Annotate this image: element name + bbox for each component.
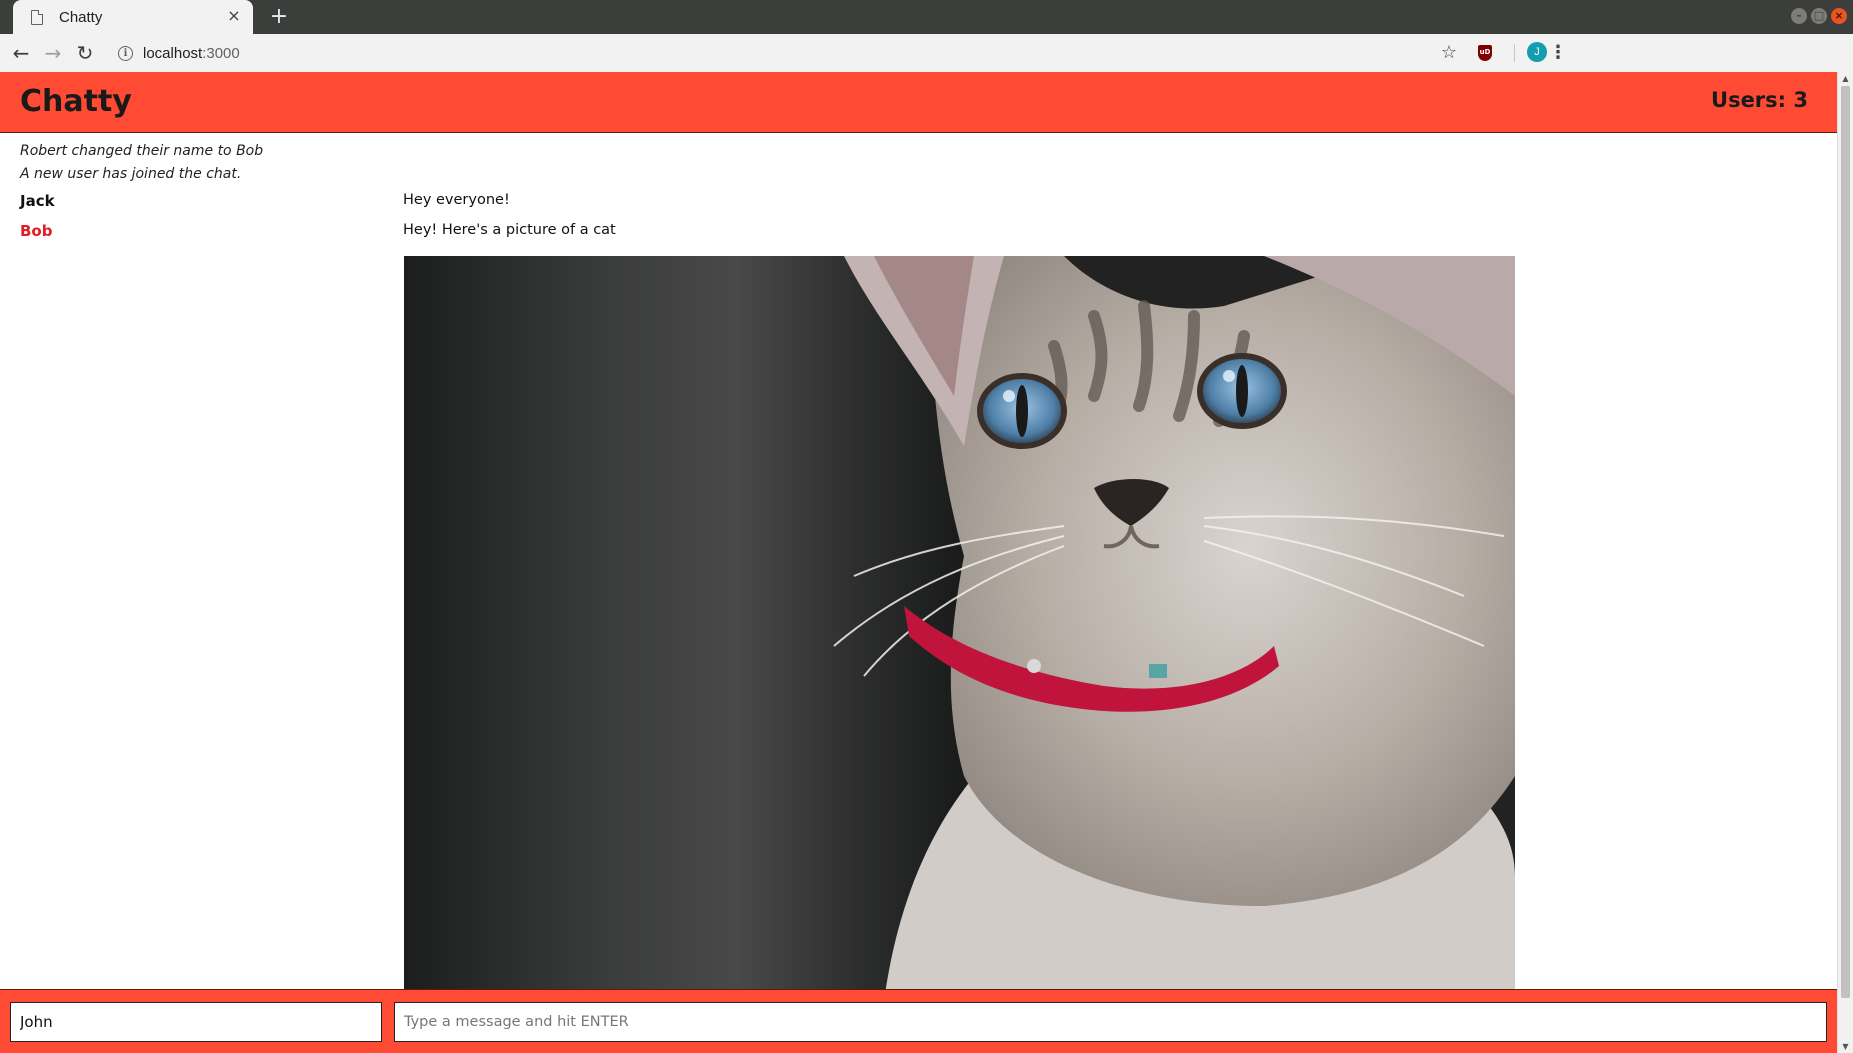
scroll-up-icon[interactable]: ▲: [1841, 74, 1850, 83]
browser-menu-icon[interactable]: ⋮: [1549, 42, 1567, 63]
scroll-down-icon[interactable]: ▼: [1841, 1042, 1850, 1051]
window-controls: – □ ×: [1791, 8, 1847, 24]
chat-bar: [0, 989, 1838, 1053]
cat-photo: [404, 256, 1515, 1001]
new-tab-button[interactable]: +: [266, 4, 292, 30]
system-message: A new user has joined the chat.: [20, 166, 242, 182]
message-username: Jack: [20, 192, 55, 210]
app-navbar: Chatty Users: 3: [0, 72, 1838, 133]
url-text: localhost:3000: [143, 44, 240, 62]
message-content: Hey! Here's a picture of a cat: [403, 222, 616, 238]
bookmark-star-icon[interactable]: ☆: [1441, 42, 1457, 63]
tab-close-icon[interactable]: ×: [225, 7, 243, 25]
chatty-page: Chatty Users: 3 Robert changed their nam…: [0, 72, 1853, 1053]
cat-illustration: [833, 256, 1515, 1001]
ublock-extension-icon[interactable]: uD: [1478, 45, 1492, 61]
reload-icon[interactable]: ↻: [72, 40, 98, 66]
page-icon: [31, 9, 43, 25]
message-content: Hey everyone!: [403, 192, 510, 208]
user-count: Users: 3: [1711, 88, 1808, 112]
forward-icon[interactable]: →: [40, 40, 66, 66]
toolbar-divider: [1514, 44, 1515, 62]
browser-tab[interactable]: Chatty ×: [13, 0, 253, 34]
back-icon[interactable]: ←: [8, 40, 34, 66]
profile-avatar[interactable]: J: [1527, 42, 1547, 62]
minimize-icon[interactable]: –: [1791, 8, 1807, 24]
system-message: Robert changed their name to Bob: [20, 143, 264, 159]
scroll-thumb[interactable]: [1841, 86, 1850, 998]
username-input[interactable]: [10, 1002, 382, 1042]
browser-toolbar: ← → ↻ i localhost:3000 ☆ uD J ⋮: [0, 34, 1853, 73]
address-bar[interactable]: i localhost:3000: [112, 38, 1672, 68]
maximize-icon[interactable]: □: [1811, 8, 1827, 24]
window-close-icon[interactable]: ×: [1831, 8, 1847, 24]
site-info-icon[interactable]: i: [118, 45, 133, 61]
message-username: Bob: [20, 222, 53, 240]
tab-title: Chatty: [59, 8, 103, 26]
message-input[interactable]: [394, 1002, 1827, 1042]
page-scrollbar[interactable]: ▲ ▼: [1837, 72, 1853, 1053]
browser-tabbar: Chatty × + – □ ×: [0, 0, 1853, 34]
message-list: Robert changed their name to Bob A new u…: [0, 133, 1838, 1001]
app-brand[interactable]: Chatty: [20, 84, 132, 119]
